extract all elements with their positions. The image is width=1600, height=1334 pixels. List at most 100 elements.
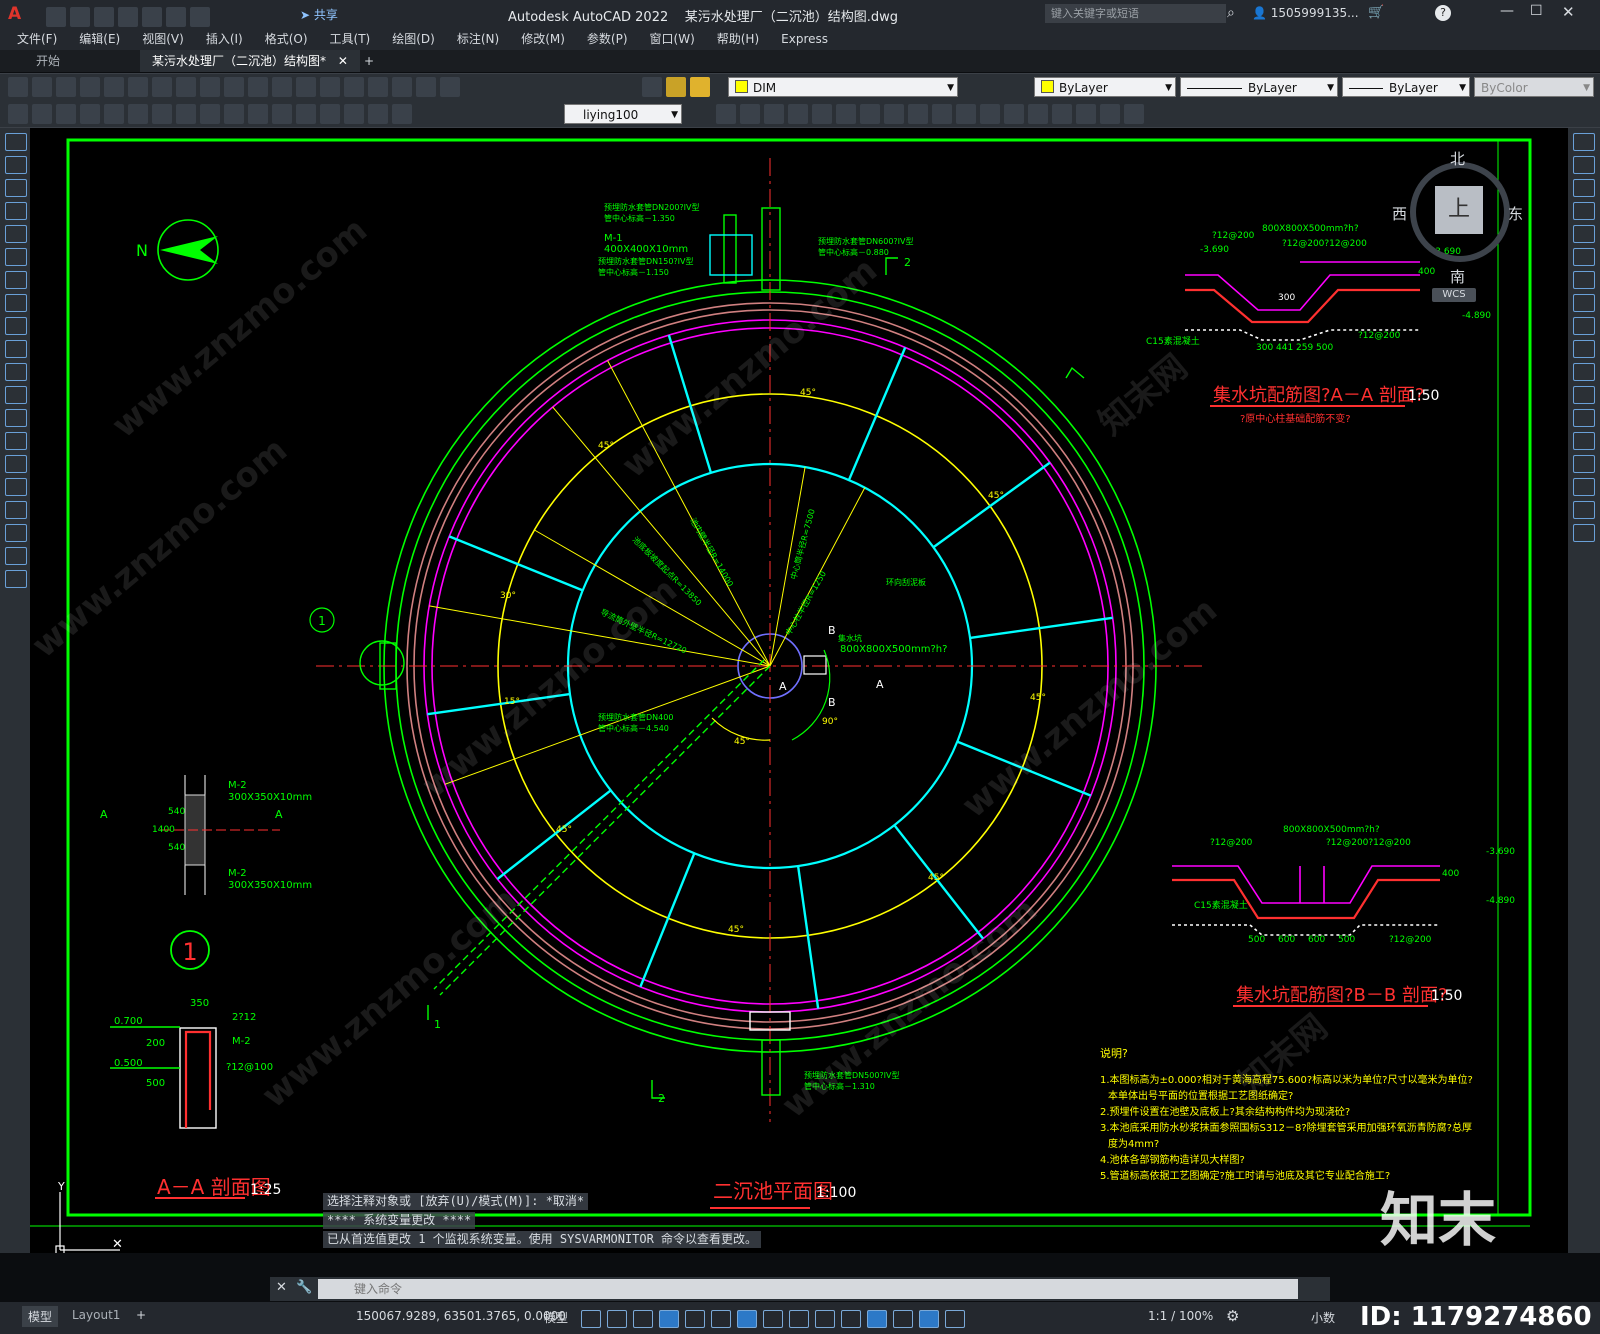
join-icon[interactable] bbox=[1573, 432, 1595, 450]
matchprop-icon[interactable] bbox=[224, 77, 244, 97]
revcloud-icon[interactable] bbox=[5, 294, 27, 312]
snap-icon[interactable] bbox=[607, 1310, 627, 1328]
copy-icon[interactable] bbox=[176, 77, 196, 97]
scale-icon[interactable] bbox=[860, 104, 880, 124]
angular-dim-icon[interactable] bbox=[176, 104, 196, 124]
dim-edit-icon[interactable] bbox=[344, 104, 364, 124]
print-icon[interactable] bbox=[80, 77, 100, 97]
properties-icon[interactable] bbox=[344, 77, 364, 97]
explode-icon[interactable] bbox=[1573, 524, 1595, 542]
paste-icon[interactable] bbox=[200, 77, 220, 97]
autocad-logo-icon[interactable]: A bbox=[8, 4, 21, 24]
menu-item[interactable]: Express bbox=[770, 28, 839, 50]
construction-line-icon[interactable] bbox=[5, 156, 27, 174]
annotation-icon[interactable] bbox=[919, 1310, 939, 1328]
otrack-icon[interactable] bbox=[737, 1310, 757, 1328]
close-cmd-icon[interactable]: ✕ bbox=[276, 1280, 287, 1295]
toolpalette-icon[interactable] bbox=[392, 77, 412, 97]
offset-icon[interactable] bbox=[764, 104, 784, 124]
zoom-icon[interactable] bbox=[320, 77, 340, 97]
maximize-button[interactable]: ☐ bbox=[1530, 3, 1543, 19]
redo-icon[interactable] bbox=[272, 77, 292, 97]
array-icon[interactable] bbox=[788, 104, 808, 124]
gradient-icon[interactable] bbox=[5, 478, 27, 496]
offset-icon[interactable] bbox=[1573, 202, 1595, 220]
rotate-icon[interactable] bbox=[1573, 271, 1595, 289]
inspect-icon[interactable] bbox=[320, 104, 340, 124]
units-readout[interactable]: 小数 bbox=[1311, 1309, 1335, 1326]
join-icon[interactable] bbox=[980, 104, 1000, 124]
jogged-dim-icon[interactable] bbox=[128, 104, 148, 124]
fillet-icon[interactable] bbox=[1028, 104, 1048, 124]
add-layout-button[interactable]: + bbox=[132, 1306, 150, 1324]
break-icon[interactable] bbox=[1573, 409, 1595, 427]
trim-icon[interactable] bbox=[1573, 340, 1595, 358]
close-tab-icon[interactable]: ✕ bbox=[338, 54, 348, 68]
continue-dim-icon[interactable] bbox=[248, 104, 268, 124]
menu-item[interactable]: 绘图(D) bbox=[381, 28, 446, 50]
move-icon[interactable] bbox=[1573, 248, 1595, 266]
menu-item[interactable]: 参数(P) bbox=[576, 28, 639, 50]
model-space-toggle[interactable]: 模型 bbox=[544, 1309, 568, 1326]
stretch-icon[interactable] bbox=[1573, 317, 1595, 335]
dim-update-icon[interactable] bbox=[368, 104, 388, 124]
mirror-icon[interactable] bbox=[1573, 179, 1595, 197]
diameter-dim-icon[interactable] bbox=[152, 104, 172, 124]
menu-item[interactable]: 视图(V) bbox=[131, 28, 195, 50]
save-icon[interactable] bbox=[56, 77, 76, 97]
arc-icon[interactable] bbox=[5, 248, 27, 266]
region-icon[interactable] bbox=[5, 501, 27, 519]
polyline-icon[interactable] bbox=[5, 179, 27, 197]
layer-dropdown[interactable]: DIM ▼ bbox=[728, 77, 958, 97]
autoscale-icon[interactable] bbox=[945, 1310, 965, 1328]
linetype-dropdown[interactable]: ByLayer ▼ bbox=[1180, 77, 1338, 97]
new-icon[interactable] bbox=[46, 7, 66, 27]
osnap-icon[interactable] bbox=[763, 1310, 783, 1328]
erase-icon[interactable] bbox=[1573, 133, 1595, 151]
viewcube-top-face[interactable]: 上 bbox=[1435, 186, 1483, 234]
extend-icon[interactable] bbox=[1573, 363, 1595, 381]
viewcube-north[interactable]: 北 bbox=[1450, 148, 1465, 169]
publish-icon[interactable] bbox=[128, 77, 148, 97]
table-icon[interactable] bbox=[5, 524, 27, 542]
ordinate-dim-icon[interactable] bbox=[80, 104, 100, 124]
circle-icon[interactable] bbox=[5, 271, 27, 289]
open-icon[interactable] bbox=[70, 7, 90, 27]
viewcube-east[interactable]: 东 bbox=[1508, 203, 1523, 224]
designcenter-icon[interactable] bbox=[368, 77, 388, 97]
menu-item[interactable]: 格式(O) bbox=[254, 28, 319, 50]
break-icon[interactable] bbox=[956, 104, 976, 124]
menu-item[interactable]: 窗口(W) bbox=[639, 28, 706, 50]
open-icon[interactable] bbox=[32, 77, 52, 97]
pan-icon[interactable] bbox=[296, 77, 316, 97]
gizmo-icon[interactable] bbox=[893, 1310, 913, 1328]
insert-block-icon[interactable] bbox=[5, 386, 27, 404]
share-button[interactable]: ➤ 共享 bbox=[300, 6, 338, 23]
mtext-icon[interactable] bbox=[5, 547, 27, 565]
cad-drawing[interactable]: N 1 1 A A M-2 300X350X10mm M-2 300X350X1… bbox=[30, 128, 1568, 1253]
new-tab-button[interactable]: + bbox=[352, 50, 386, 72]
menu-item[interactable]: 修改(M) bbox=[510, 28, 576, 50]
new-icon[interactable] bbox=[8, 77, 28, 97]
lineweight-dropdown[interactable]: ByLayer ▼ bbox=[1342, 77, 1470, 97]
linear-dim-icon[interactable] bbox=[8, 104, 28, 124]
blend-icon[interactable] bbox=[1573, 501, 1595, 519]
chamfer-icon[interactable] bbox=[1573, 455, 1595, 473]
sun-icon[interactable] bbox=[690, 77, 710, 97]
explode-icon[interactable] bbox=[1052, 104, 1072, 124]
saveas-icon[interactable] bbox=[118, 7, 138, 27]
preview-icon[interactable] bbox=[104, 77, 124, 97]
command-input[interactable]: 键入命令 bbox=[318, 1279, 1298, 1299]
hatch-icon[interactable] bbox=[1100, 104, 1120, 124]
user-account[interactable]: 👤 1505999135... bbox=[1252, 6, 1359, 20]
tolerance-icon[interactable] bbox=[272, 104, 292, 124]
close-button[interactable]: ✕ bbox=[1562, 3, 1575, 21]
search-icon[interactable]: ⌕ bbox=[1227, 5, 1235, 21]
transparency-icon[interactable] bbox=[815, 1310, 835, 1328]
viewcube-south[interactable]: 南 bbox=[1450, 266, 1465, 287]
quick-dim-icon[interactable] bbox=[200, 104, 220, 124]
copy-icon[interactable] bbox=[1573, 156, 1595, 174]
infer-icon[interactable] bbox=[633, 1310, 653, 1328]
make-block-icon[interactable] bbox=[5, 409, 27, 427]
trim-icon[interactable] bbox=[908, 104, 928, 124]
